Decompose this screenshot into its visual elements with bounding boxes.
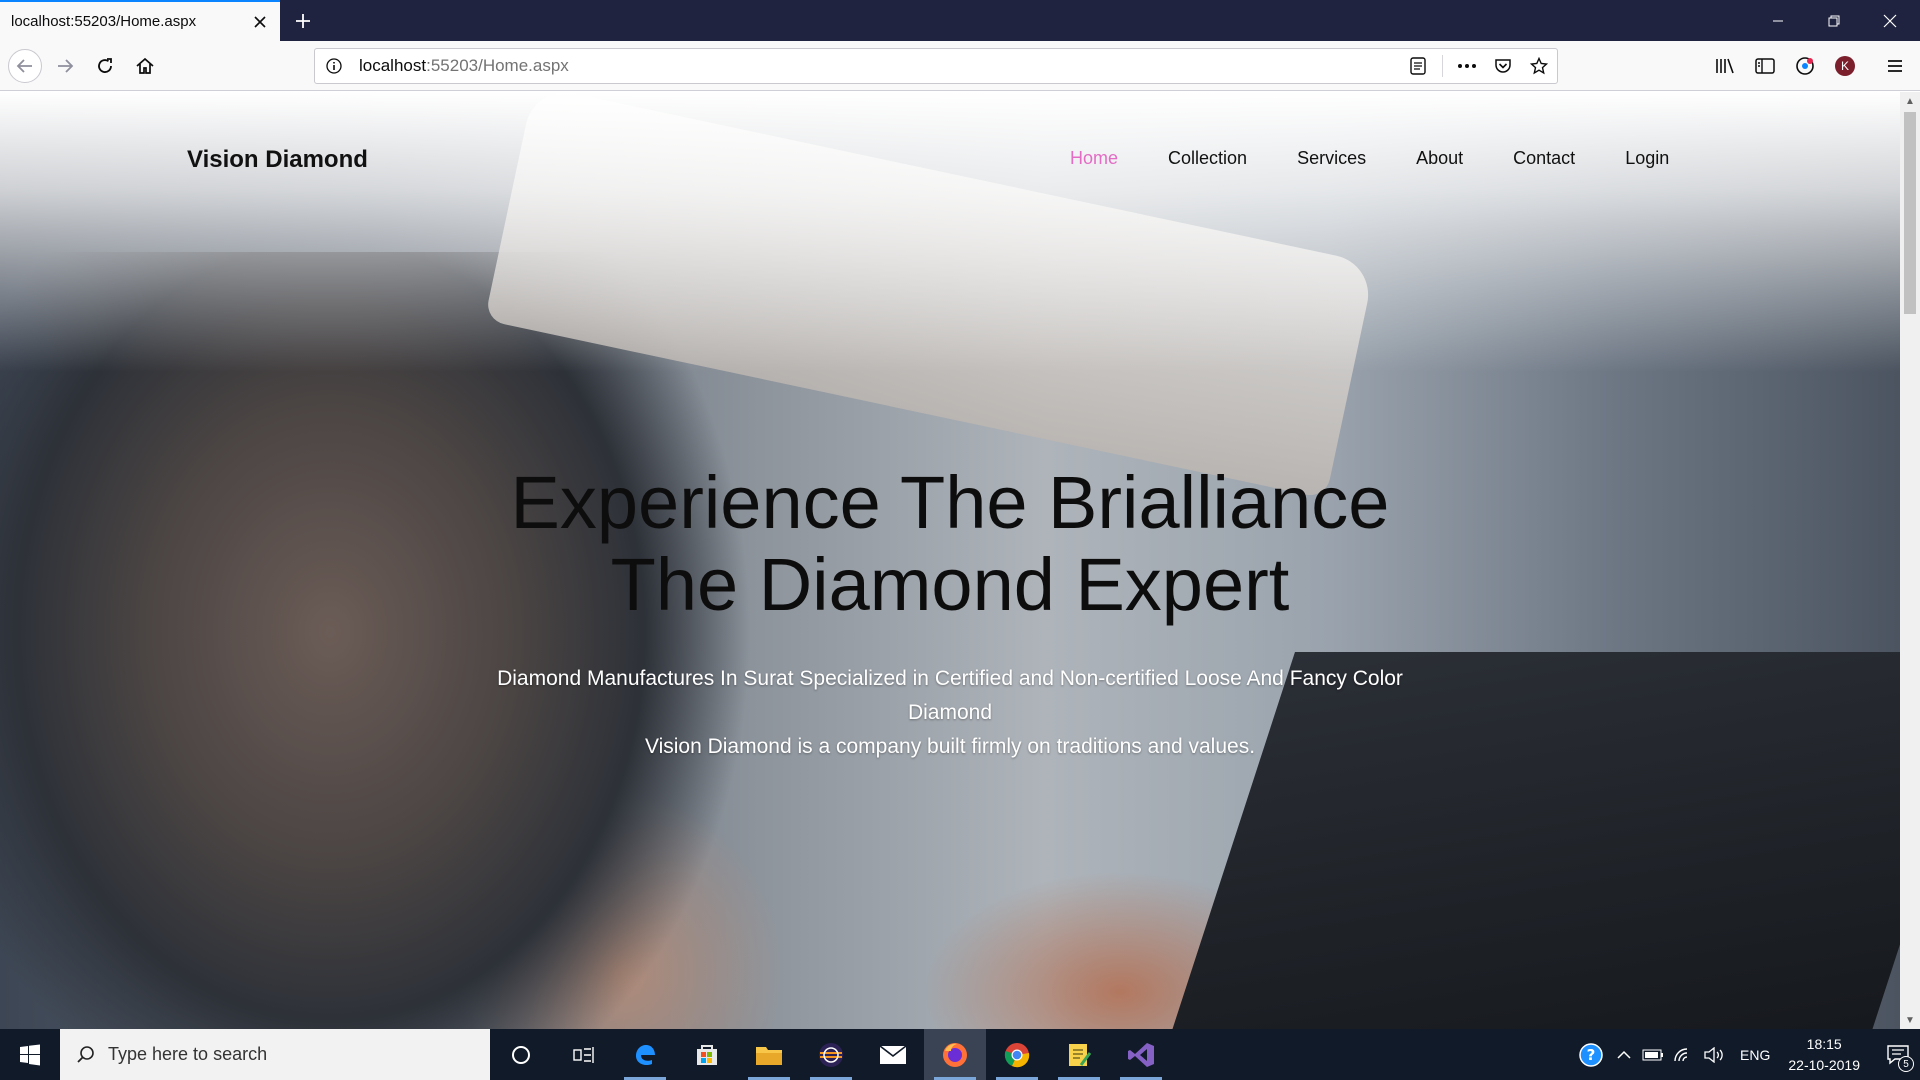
clock-time: 18:15 [1806, 1035, 1842, 1052]
show-hidden-icons-chevron-icon[interactable] [1610, 1050, 1638, 1060]
home-button[interactable] [128, 49, 162, 83]
firefox-icon[interactable] [924, 1029, 986, 1080]
extension-icon [1796, 57, 1814, 75]
language-indicator[interactable]: ENG [1740, 1047, 1770, 1063]
hero-subtitle-line-2: Diamond [907, 701, 993, 724]
nav-home[interactable]: Home [1070, 148, 1118, 169]
restore-icon[interactable] [1806, 0, 1862, 41]
reload-button[interactable] [88, 49, 122, 83]
file-explorer-icon[interactable] [738, 1029, 800, 1080]
hero-heading-line-2: The Diamond Expert [610, 543, 1290, 626]
system-tray: ? ENG 18:15 22-10-2019 5 [1572, 1029, 1920, 1080]
close-tab-icon[interactable] [244, 6, 276, 38]
bookmark-star-icon[interactable] [1521, 49, 1557, 83]
scroll-down-icon[interactable]: ▼ [1900, 1011, 1920, 1029]
sidebar-button[interactable] [1748, 49, 1782, 83]
nav-contact[interactable]: Contact [1513, 148, 1575, 169]
help-icon[interactable]: ? [1572, 1042, 1610, 1068]
forward-button[interactable] [48, 49, 82, 83]
clock-date: 22-10-2019 [1788, 1056, 1860, 1073]
close-window-icon[interactable] [1862, 0, 1918, 41]
wifi-icon[interactable] [1668, 1047, 1698, 1063]
nav-collection[interactable]: Collection [1168, 148, 1247, 169]
search-placeholder: Type here to search [108, 1044, 268, 1064]
start-button[interactable] [0, 1029, 60, 1080]
nav-services[interactable]: Services [1297, 148, 1366, 169]
page-scrollbar[interactable]: ▲ ▼ [1900, 92, 1920, 1029]
home-icon [136, 57, 154, 74]
hamburger-menu-icon [1888, 60, 1902, 72]
system-clock[interactable]: 18:15 22-10-2019 [1788, 1034, 1860, 1076]
header-fade [0, 92, 1900, 372]
browser-tab-strip: localhost:55203/Home.aspx [0, 0, 1920, 41]
battery-icon[interactable] [1638, 1049, 1668, 1061]
page-viewport: Vision Diamond Home Collection Services … [0, 92, 1900, 1029]
windows-taskbar: Type here to search ? ENG 18:15 22-10-20… [0, 1029, 1920, 1080]
hero-heading: Experience The Brialliance The Diamond E… [0, 462, 1900, 626]
visual-studio-icon[interactable] [1110, 1029, 1172, 1080]
account-initial: K [1835, 56, 1855, 76]
notepad-tools-icon[interactable] [1048, 1029, 1110, 1080]
action-center-icon[interactable]: 5 [1876, 1029, 1920, 1080]
cortana-icon[interactable] [490, 1029, 552, 1080]
taskbar-search[interactable]: Type here to search [60, 1029, 490, 1080]
browser-tab[interactable]: localhost:55203/Home.aspx [0, 0, 280, 41]
windows-logo-icon [20, 1044, 40, 1065]
hero-subtitle-line-3: Vision Diamond is a company built firmly… [644, 735, 1256, 758]
hero-subtitle: Diamond Manufactures In Surat Specialize… [440, 662, 1460, 764]
volume-icon[interactable] [1698, 1046, 1730, 1063]
forward-arrow-icon [58, 59, 74, 73]
scroll-thumb[interactable] [1904, 112, 1916, 314]
minimize-icon[interactable] [1750, 0, 1806, 41]
task-view-icon[interactable] [552, 1029, 614, 1080]
nav-about[interactable]: About [1416, 148, 1463, 169]
page-actions-icon[interactable] [1449, 49, 1485, 83]
scroll-up-icon[interactable]: ▲ [1900, 92, 1920, 110]
reader-view-icon[interactable] [1400, 49, 1436, 83]
edge-icon[interactable] [614, 1029, 676, 1080]
search-icon [77, 1045, 94, 1063]
tab-title: localhost:55203/Home.aspx [11, 13, 197, 30]
divider [1442, 55, 1443, 77]
url-path: :55203/Home.aspx [426, 56, 569, 75]
url-text[interactable]: localhost:55203/Home.aspx [359, 56, 1400, 76]
mail-icon[interactable] [862, 1029, 924, 1080]
site-info-icon[interactable] [319, 49, 349, 83]
back-arrow-icon [16, 59, 32, 73]
eclipse-icon[interactable] [800, 1029, 862, 1080]
browser-toolbar: localhost:55203/Home.aspx K [0, 41, 1920, 91]
library-icon [1716, 58, 1734, 74]
pocket-icon[interactable] [1485, 49, 1521, 83]
menu-button[interactable] [1878, 49, 1912, 83]
hero-subtitle-line-1: Diamond Manufactures In Surat Specialize… [497, 667, 1403, 690]
back-button[interactable] [8, 49, 42, 83]
url-host: localhost [359, 56, 427, 75]
new-tab-button[interactable] [286, 4, 320, 38]
library-button[interactable] [1708, 49, 1742, 83]
account-avatar[interactable]: K [1828, 49, 1862, 83]
hero-heading-line-1: Experience The Brialliance [510, 461, 1390, 544]
reload-icon [98, 58, 112, 73]
store-icon[interactable] [676, 1029, 738, 1080]
chrome-icon[interactable] [986, 1029, 1048, 1080]
extension-button[interactable] [1788, 49, 1822, 83]
notification-count-badge: 5 [1898, 1056, 1914, 1072]
site-brand[interactable]: Vision Diamond [187, 146, 368, 174]
svg-text:?: ? [1587, 1046, 1596, 1064]
address-bar[interactable]: localhost:55203/Home.aspx [314, 48, 1558, 84]
nav-login[interactable]: Login [1625, 148, 1669, 169]
sidebar-icon [1755, 58, 1775, 74]
site-navigation: Home Collection Services About Contact L… [1070, 148, 1669, 169]
